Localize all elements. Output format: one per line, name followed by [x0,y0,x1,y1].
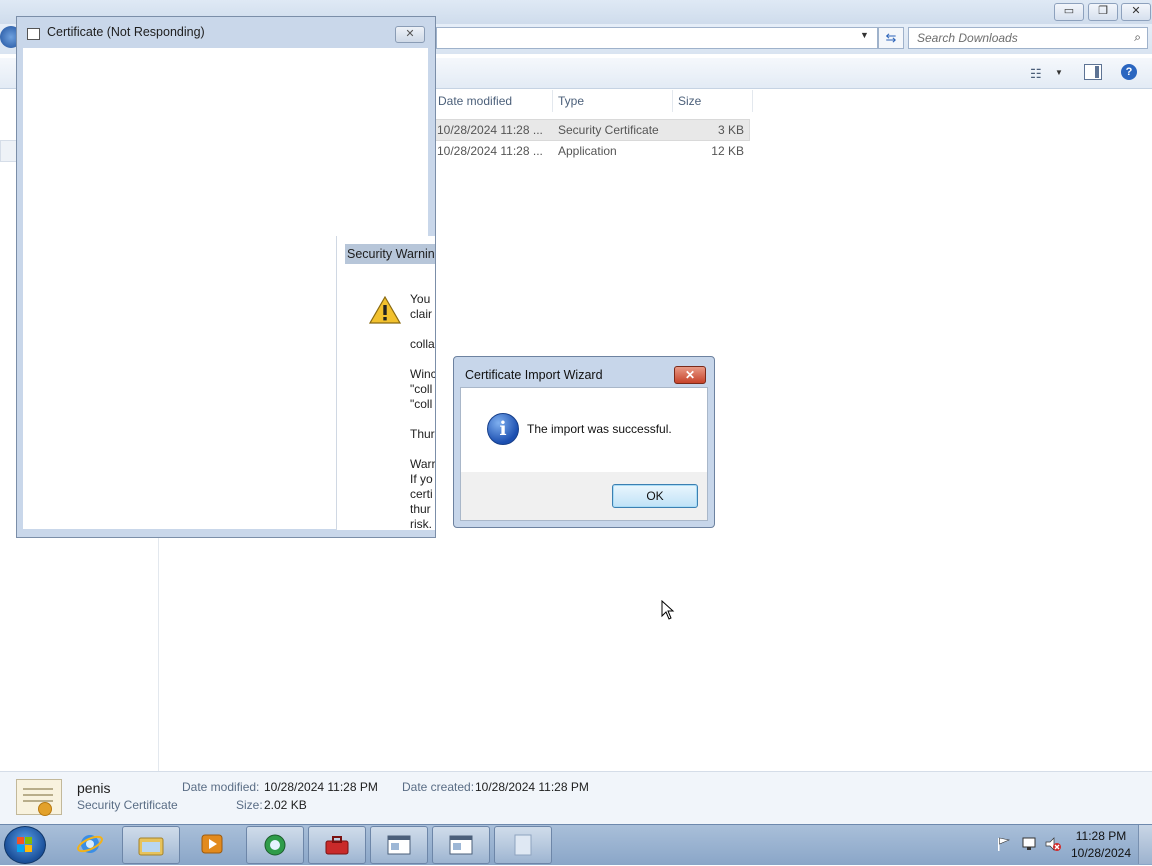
warning-text-line: certi [410,487,433,501]
taskbar-internet-explorer[interactable] [62,826,118,862]
security-warning-title: Security Warning [345,244,435,264]
folder-icon [138,837,164,856]
warning-text-line: thur [410,502,431,516]
action-center-flag-icon[interactable] [996,836,1012,852]
close-button[interactable]: ✕ [395,26,425,43]
clock-date[interactable]: 10/28/2024 [1062,846,1140,860]
column-header-size[interactable]: Size [674,90,753,112]
date-created-value: 10/28/2024 11:28 PM [475,780,589,794]
warning-text-line: colla [410,337,435,351]
maximize-button[interactable]: ❐ [1088,3,1118,21]
date-modified-label: Date modified: [182,780,260,794]
taskbar-import-wizard[interactable] [432,826,490,864]
chevron-down-icon[interactable]: ▼ [1055,68,1063,77]
globe-icon [264,834,286,856]
warning-text-line: You [410,292,431,306]
import-wizard-dialog[interactable]: Certificate Import Wizard ✕ i The import… [453,356,715,528]
document-icon [514,834,532,856]
volume-muted-icon[interactable] [1044,836,1062,852]
file-date: 10/28/2024 11:28 ... [437,123,543,137]
info-icon: i [487,413,519,445]
toolbox-icon [325,836,349,855]
column-header-type[interactable]: Type [554,90,673,112]
start-button[interactable] [4,826,46,864]
column-header-date-modified[interactable]: Date modified [434,90,553,112]
network-icon[interactable] [1020,836,1038,852]
warning-text-line: Warr [410,457,435,471]
warning-icon [369,296,401,324]
size-value: 2.02 KB [264,798,307,812]
clock-time[interactable]: 11:28 PM [1062,829,1140,843]
window-icon [387,835,411,855]
mouse-cursor-icon [661,600,675,620]
file-type: Security Certificate [558,123,659,137]
taskbar-app[interactable] [246,826,304,864]
search-icon[interactable]: ⌕ [1134,30,1141,45]
warning-text-line: clair [410,307,433,321]
warning-text-line: "coll [410,397,433,411]
file-size: 12 KB [711,144,744,158]
window-icon [27,28,40,40]
wizard-client: i The import was successful. OK [460,387,708,521]
taskbar-windows-explorer[interactable] [122,826,180,864]
ok-button[interactable]: OK [612,484,698,508]
refresh-icon[interactable]: ⇆ [878,27,904,49]
file-size: 3 KB [717,123,744,137]
taskbar-toolbox[interactable] [308,826,366,864]
details-pane: penis Security Certificate Date modified… [0,771,1152,826]
minimize-button[interactable]: ▭ [1054,3,1084,21]
taskbar-media-player[interactable] [184,826,240,862]
internet-explorer-icon [77,835,103,853]
search-input[interactable]: Search Downloads ⌕ [908,27,1148,49]
show-desktop-button[interactable] [1138,825,1152,864]
security-warning-dialog[interactable]: Security Warning You clair colla Winc "c… [336,236,435,530]
chevron-down-icon[interactable]: ▼ [860,30,869,40]
message-area: i The import was successful. [461,388,707,472]
warning-text-line: "coll [410,382,433,396]
window-icon [449,835,473,855]
certificate-seal-icon [38,802,52,816]
file-date: 10/28/2024 11:28 ... [437,144,543,158]
views-icon[interactable]: ☷ [1030,66,1042,82]
preview-pane-icon[interactable] [1084,64,1102,80]
certificate-window-title: Certificate (Not Responding) [47,25,205,39]
warning-text-line: Winc [410,367,435,381]
windows-logo-icon [17,837,32,852]
date-created-label: Date created: [402,780,475,794]
wizard-message: The import was successful. [527,422,672,436]
warning-text-line: risk. [410,517,432,530]
details-file-kind: Security Certificate [77,798,178,812]
address-field[interactable] [436,27,878,49]
help-icon[interactable]: ? [1121,64,1137,80]
media-player-icon [201,834,223,854]
date-modified-value: 10/28/2024 11:28 PM [264,780,378,794]
wizard-title: Certificate Import Wizard [465,368,603,382]
warning-text-line: If yo [410,472,433,486]
taskbar-blank-app[interactable] [494,826,552,864]
warning-text-line: Thur [410,427,435,441]
details-file-name: penis [77,780,111,796]
size-label: Size: [236,798,263,812]
search-placeholder: Search Downloads [917,31,1018,45]
file-type: Application [558,144,617,158]
close-button[interactable]: ✕ [674,366,706,384]
taskbar-certificate-window[interactable] [370,826,428,864]
close-button[interactable]: ✕ [1121,3,1151,21]
